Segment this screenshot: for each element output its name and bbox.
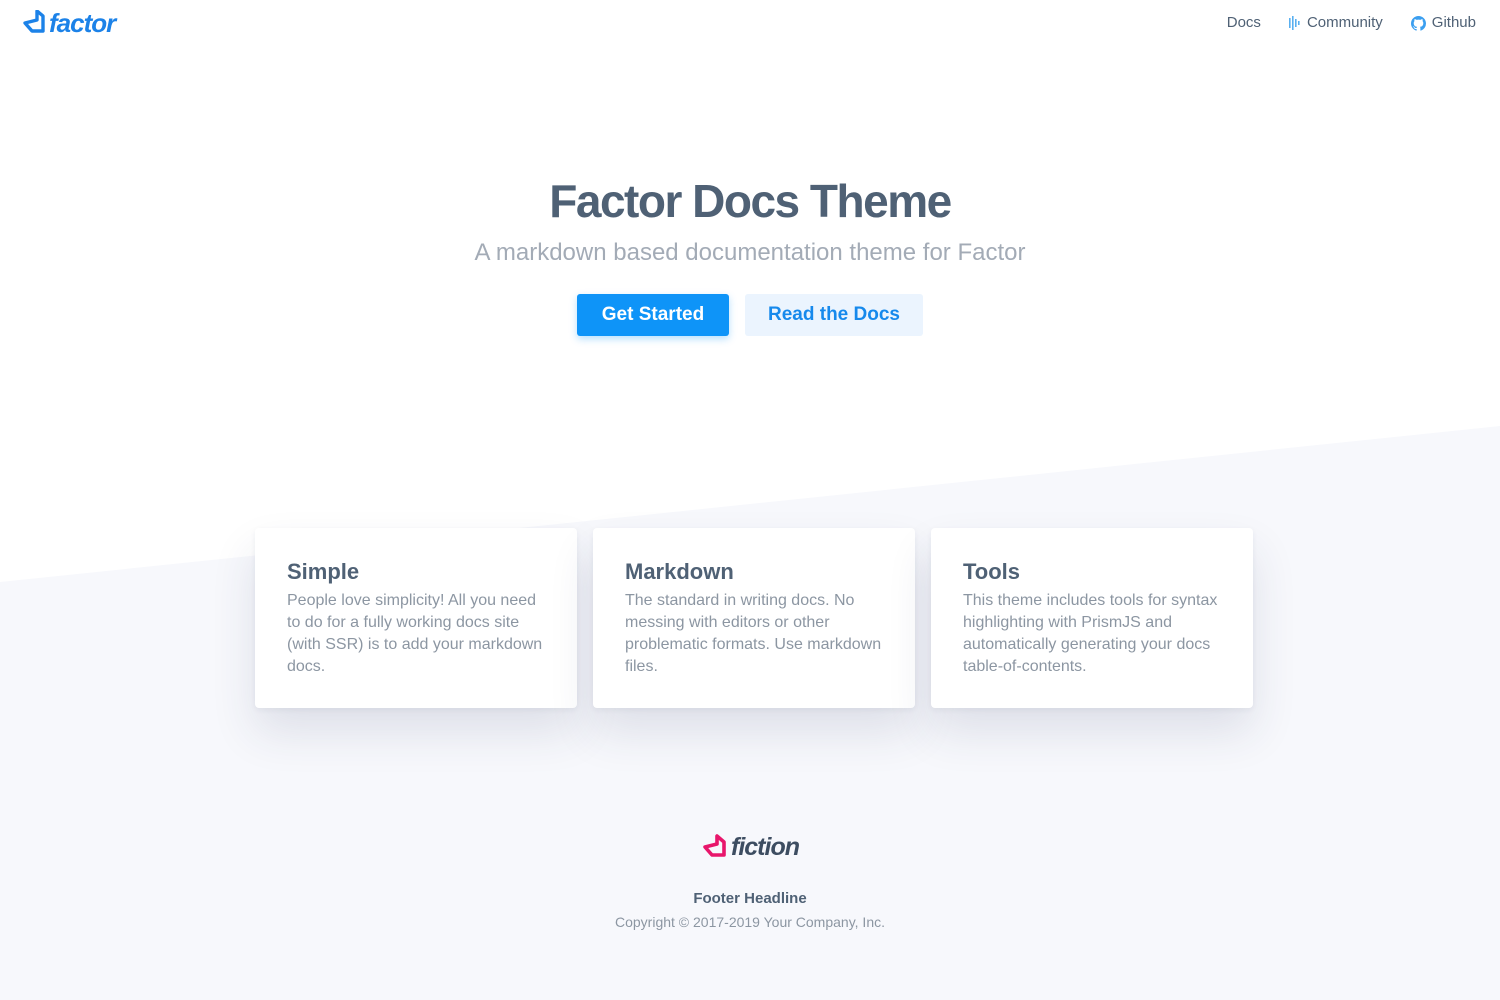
factor-logo-icon <box>23 10 45 33</box>
feature-text: People love simplicity! All you need to … <box>287 592 543 675</box>
hero-actions: Get Started Read the Docs <box>0 294 1500 336</box>
nav-github-label: Github <box>1431 14 1476 31</box>
hero-section: Factor Docs Theme A markdown based docum… <box>0 172 1500 268</box>
nav-community-label: Community <box>1306 14 1383 31</box>
feature-title: Markdown <box>625 559 734 584</box>
feature-text: This theme includes tools for syntax hig… <box>963 592 1218 675</box>
nav-docs-label: Docs <box>1226 14 1261 31</box>
logo-text: factor <box>49 8 116 38</box>
fiction-logo[interactable]: fiction <box>701 832 800 862</box>
footer-copyright: Copyright © 2017-2019 Your Company, Inc. <box>615 914 885 930</box>
read-docs-button[interactable]: Read the Docs <box>745 294 923 336</box>
community-icon <box>1288 16 1301 30</box>
footer: fiction Footer Headline Copyright © 2017… <box>0 832 1500 931</box>
fiction-logo-icon <box>703 834 726 857</box>
nav-github[interactable]: Github <box>1410 14 1476 32</box>
feature-text: The standard in writing docs. No messing… <box>625 592 882 675</box>
feature-title: Tools <box>963 559 1021 584</box>
get-started-button[interactable]: Get Started <box>577 294 729 336</box>
fiction-logo-text: fiction <box>731 833 800 861</box>
footer-headline: Footer Headline <box>693 890 807 907</box>
feature-cards: Simple People love simplicity! All you n… <box>255 528 1253 708</box>
factor-logo[interactable]: factor <box>20 8 116 38</box>
github-icon <box>1410 15 1426 31</box>
page-subtitle: A markdown based documentation theme for… <box>474 239 1026 266</box>
page-title: Factor Docs Theme <box>549 175 952 227</box>
top-navbar: factor Docs Community Github <box>0 0 1500 48</box>
feature-title: Simple <box>287 559 360 584</box>
nav-docs[interactable]: Docs <box>1227 14 1261 32</box>
feature-card-markdown: Markdown The standard in writing docs. N… <box>593 528 915 708</box>
main-nav: Docs Community Github <box>1199 14 1476 32</box>
feature-card-tools: Tools This theme includes tools for synt… <box>931 528 1253 708</box>
feature-card-simple: Simple People love simplicity! All you n… <box>255 528 577 708</box>
nav-community[interactable]: Community <box>1288 14 1383 32</box>
